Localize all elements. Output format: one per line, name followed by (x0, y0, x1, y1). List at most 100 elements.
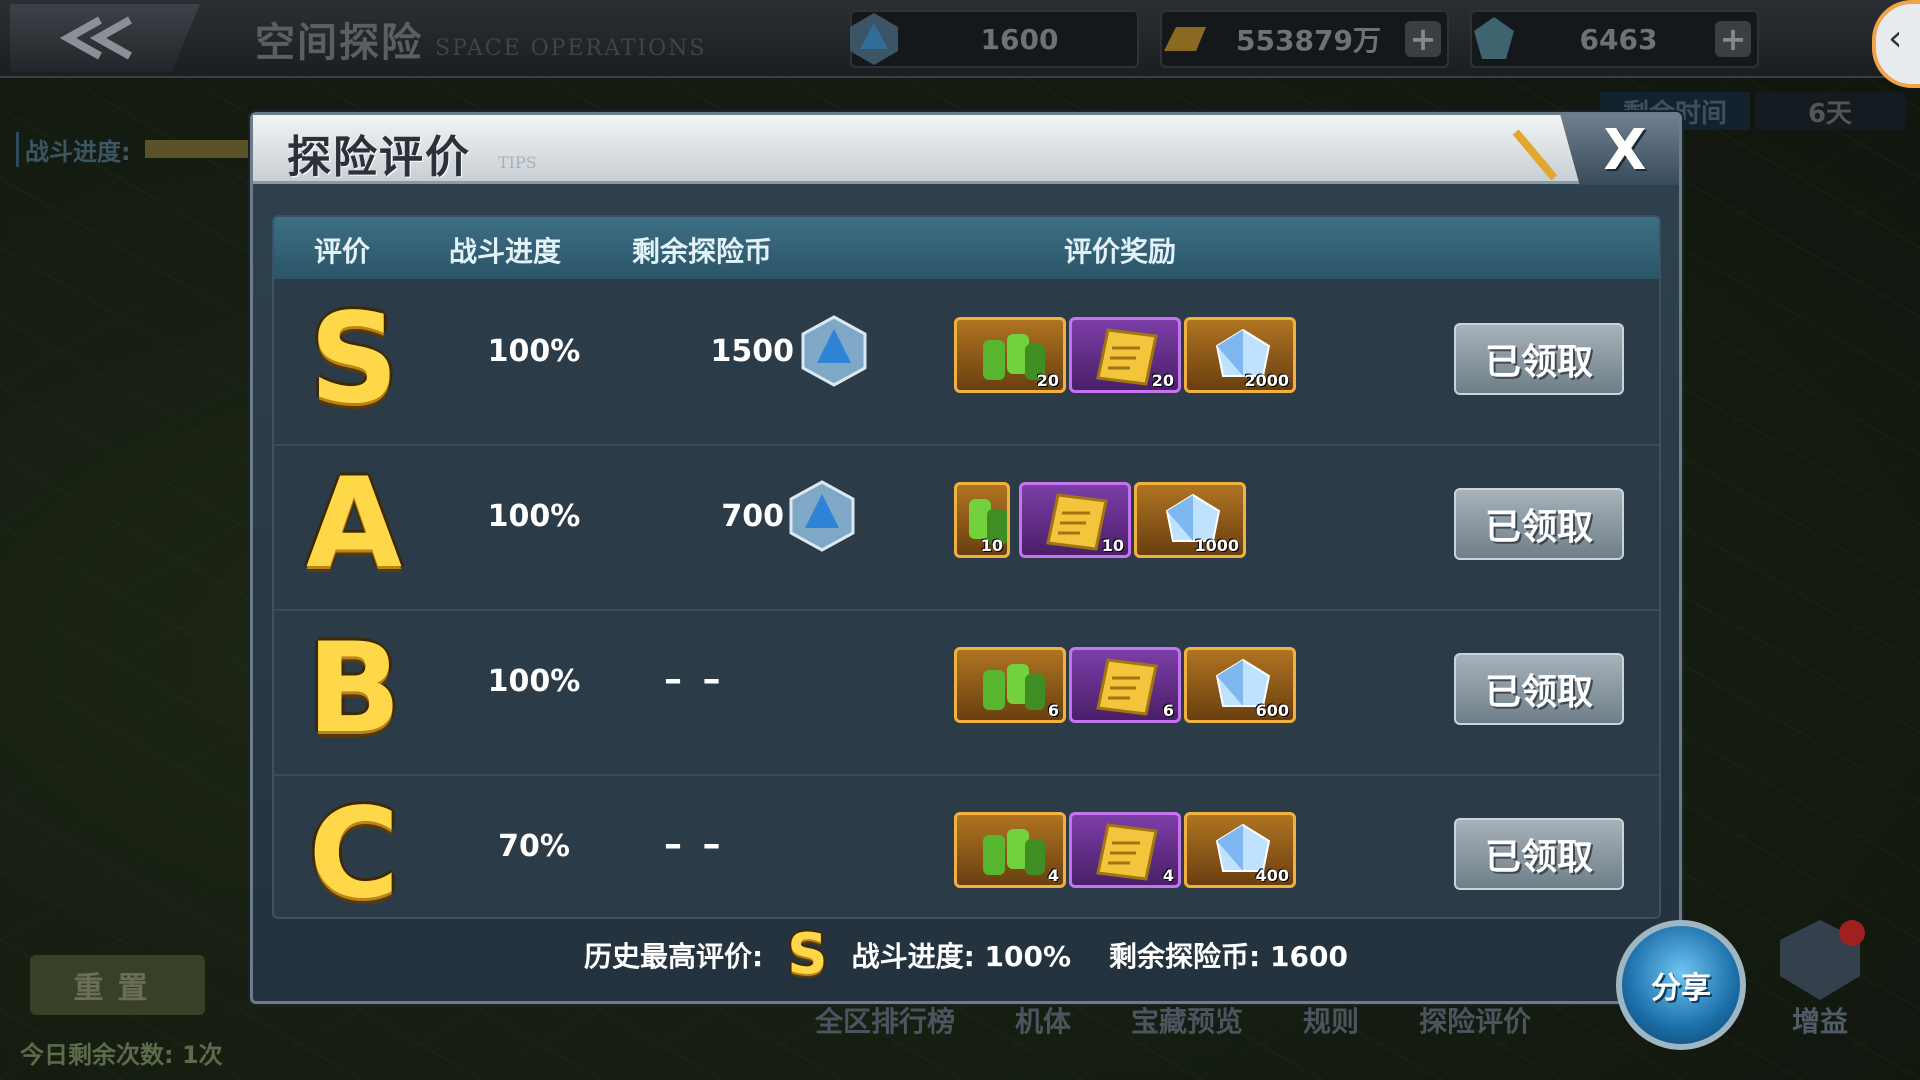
page-subtitle: SPACE OPERATIONS (435, 36, 707, 61)
header-progress: 战斗进度 (449, 235, 562, 268)
evaluation-dialog: 探险评价 TIPS X 评价 战斗进度 剩余探险币 评价奖励 S 100% 15… (250, 112, 1682, 1004)
nav-evaluation[interactable]: 探险评价 (1389, 1000, 1561, 1040)
nav-mech[interactable]: 机体 (985, 1000, 1101, 1040)
nav-leaderboard[interactable]: 全区排行榜 (785, 1000, 985, 1040)
crystal-add-button[interactable]: + (1715, 20, 1751, 58)
best-grade-badge: S (787, 922, 828, 987)
reward-qty: 400 (1255, 866, 1289, 885)
reward-item[interactable]: 6 (954, 647, 1066, 723)
gold-bar-icon (1164, 27, 1206, 51)
claimed-button[interactable]: 已领取 (1454, 653, 1624, 725)
row-progress: 100% (487, 334, 581, 369)
notification-dot (1839, 920, 1865, 946)
reset-button[interactable]: 重置 (30, 955, 205, 1015)
boost-button[interactable]: 增益 (1765, 920, 1875, 1040)
page-title: 空间探险 (255, 20, 423, 66)
back-button[interactable] (10, 4, 200, 72)
bottom-nav: 全区排行榜 机体 宝藏预览 规则 探险评价 (785, 1000, 1561, 1040)
row-progress: 100% (487, 664, 581, 699)
reward-item[interactable]: 600 (1184, 647, 1296, 723)
today-remaining: 今日剩余次数: 1次 (20, 1041, 223, 1069)
nav-treasure-preview[interactable]: 宝藏预览 (1101, 1000, 1273, 1040)
row-coins: 1500 (710, 334, 795, 369)
crystal-counter: 6463 + (1470, 10, 1759, 68)
row-coins: – – (664, 824, 725, 865)
reward-item[interactable]: 4 (1069, 812, 1181, 888)
best-progress: 战斗进度: 100% (851, 940, 1072, 973)
header-grade: 评价 (314, 235, 371, 268)
reward-item[interactable]: 4 (954, 812, 1066, 888)
gold-add-button[interactable]: + (1405, 20, 1441, 58)
dialog-header: 探险评价 TIPS X (253, 115, 1679, 185)
crystal-value: 6463 (1579, 22, 1658, 56)
claimed-button[interactable]: 已领取 (1454, 488, 1624, 560)
table-header: 评价 战斗进度 剩余探险币 评价奖励 (274, 217, 1659, 279)
dialog-footer: 历史最高评价: S 战斗进度: 100% 剩余探险币: 1600 (253, 925, 1679, 985)
claimed-button[interactable]: 已领取 (1454, 818, 1624, 890)
chevron-left-icon: ‹ (1888, 18, 1903, 59)
row-progress: 100% (487, 499, 581, 534)
fuel-canister-icon (983, 664, 1045, 710)
explore-coin-icon (801, 315, 867, 387)
explore-coin-icon (850, 13, 898, 65)
grade-badge: S (309, 287, 399, 431)
reward-item[interactable]: 6 (1069, 647, 1181, 723)
top-bar: 空间探险 SPACE OPERATIONS 1600 553879万 + 646… (0, 0, 1920, 88)
reward-qty: 600 (1255, 701, 1289, 720)
best-grade-label: 历史最高评价: (584, 940, 764, 973)
reward-item[interactable]: 10 (1019, 482, 1131, 558)
reward-qty: 10 (1101, 536, 1124, 555)
table-row: C 70% – – 4 4 400 已领取 (274, 774, 1659, 919)
back-arrow-icon (60, 16, 132, 60)
evaluation-table: 评价 战斗进度 剩余探险币 评价奖励 S 100% 1500 20 20 200… (272, 215, 1661, 919)
reward-qty: 6 (1047, 701, 1059, 720)
reward-qty: 4 (1162, 866, 1174, 885)
explore-coin-counter: 1600 (850, 10, 1139, 68)
reward-item[interactable]: 400 (1184, 812, 1296, 888)
gold-counter: 553879万 + (1160, 10, 1449, 68)
table-row: S 100% 1500 20 20 2000 已领取 (274, 279, 1659, 446)
reward-qty: 6 (1162, 701, 1174, 720)
boost-label: 增益 (1791, 1005, 1848, 1038)
fuel-canister-icon (983, 829, 1045, 875)
grade-badge: B (306, 617, 402, 761)
remain-days-value: 6天 (1755, 92, 1905, 130)
crystal-icon (1474, 17, 1514, 59)
header-coins: 剩余探险币 (632, 235, 773, 268)
table-row: B 100% – – 6 6 600 已领取 (274, 609, 1659, 776)
battle-progress-bar (145, 140, 255, 158)
reward-qty: 20 (1036, 371, 1059, 390)
row-coins: – – (664, 659, 725, 700)
reward-qty: 20 (1151, 371, 1174, 390)
explore-coin-value: 1600 (980, 22, 1059, 56)
side-panel-toggle[interactable]: ‹ (1872, 0, 1920, 88)
table-row: A 100% 700 10 10 1000 已领取 (274, 444, 1659, 611)
share-button[interactable]: 分享 (1616, 920, 1746, 1050)
battle-progress-label: 战斗进度: (16, 132, 131, 167)
reward-item[interactable]: 20 (1069, 317, 1181, 393)
best-coins: 剩余探险币: 1600 (1109, 940, 1348, 973)
reward-item[interactable]: 2000 (1184, 317, 1296, 393)
scroll-icon (1096, 658, 1158, 716)
nav-rules[interactable]: 规则 (1273, 1000, 1389, 1040)
reward-qty: 4 (1047, 866, 1059, 885)
close-button[interactable]: X (1560, 115, 1679, 185)
reward-item[interactable]: 20 (954, 317, 1066, 393)
explore-coin-icon (789, 480, 855, 552)
close-icon: X (1603, 117, 1647, 183)
reward-item[interactable]: 10 (954, 482, 1010, 558)
pencil-decoration (1512, 129, 1558, 181)
grade-badge: A (306, 452, 402, 596)
row-progress: 70% (498, 829, 570, 864)
dialog-tips: TIPS (498, 153, 537, 172)
claimed-button[interactable]: 已领取 (1454, 323, 1624, 395)
scroll-icon (1096, 823, 1158, 881)
gold-value: 553879万 (1236, 24, 1381, 57)
reward-item[interactable]: 1000 (1134, 482, 1246, 558)
grade-badge: C (308, 782, 400, 919)
row-coins: 700 (721, 499, 784, 534)
header-rewards: 评价奖励 (1064, 235, 1177, 268)
reward-qty: 2000 (1244, 371, 1289, 390)
reward-qty: 1000 (1194, 536, 1239, 555)
dialog-title: 探险评价 (287, 132, 471, 183)
